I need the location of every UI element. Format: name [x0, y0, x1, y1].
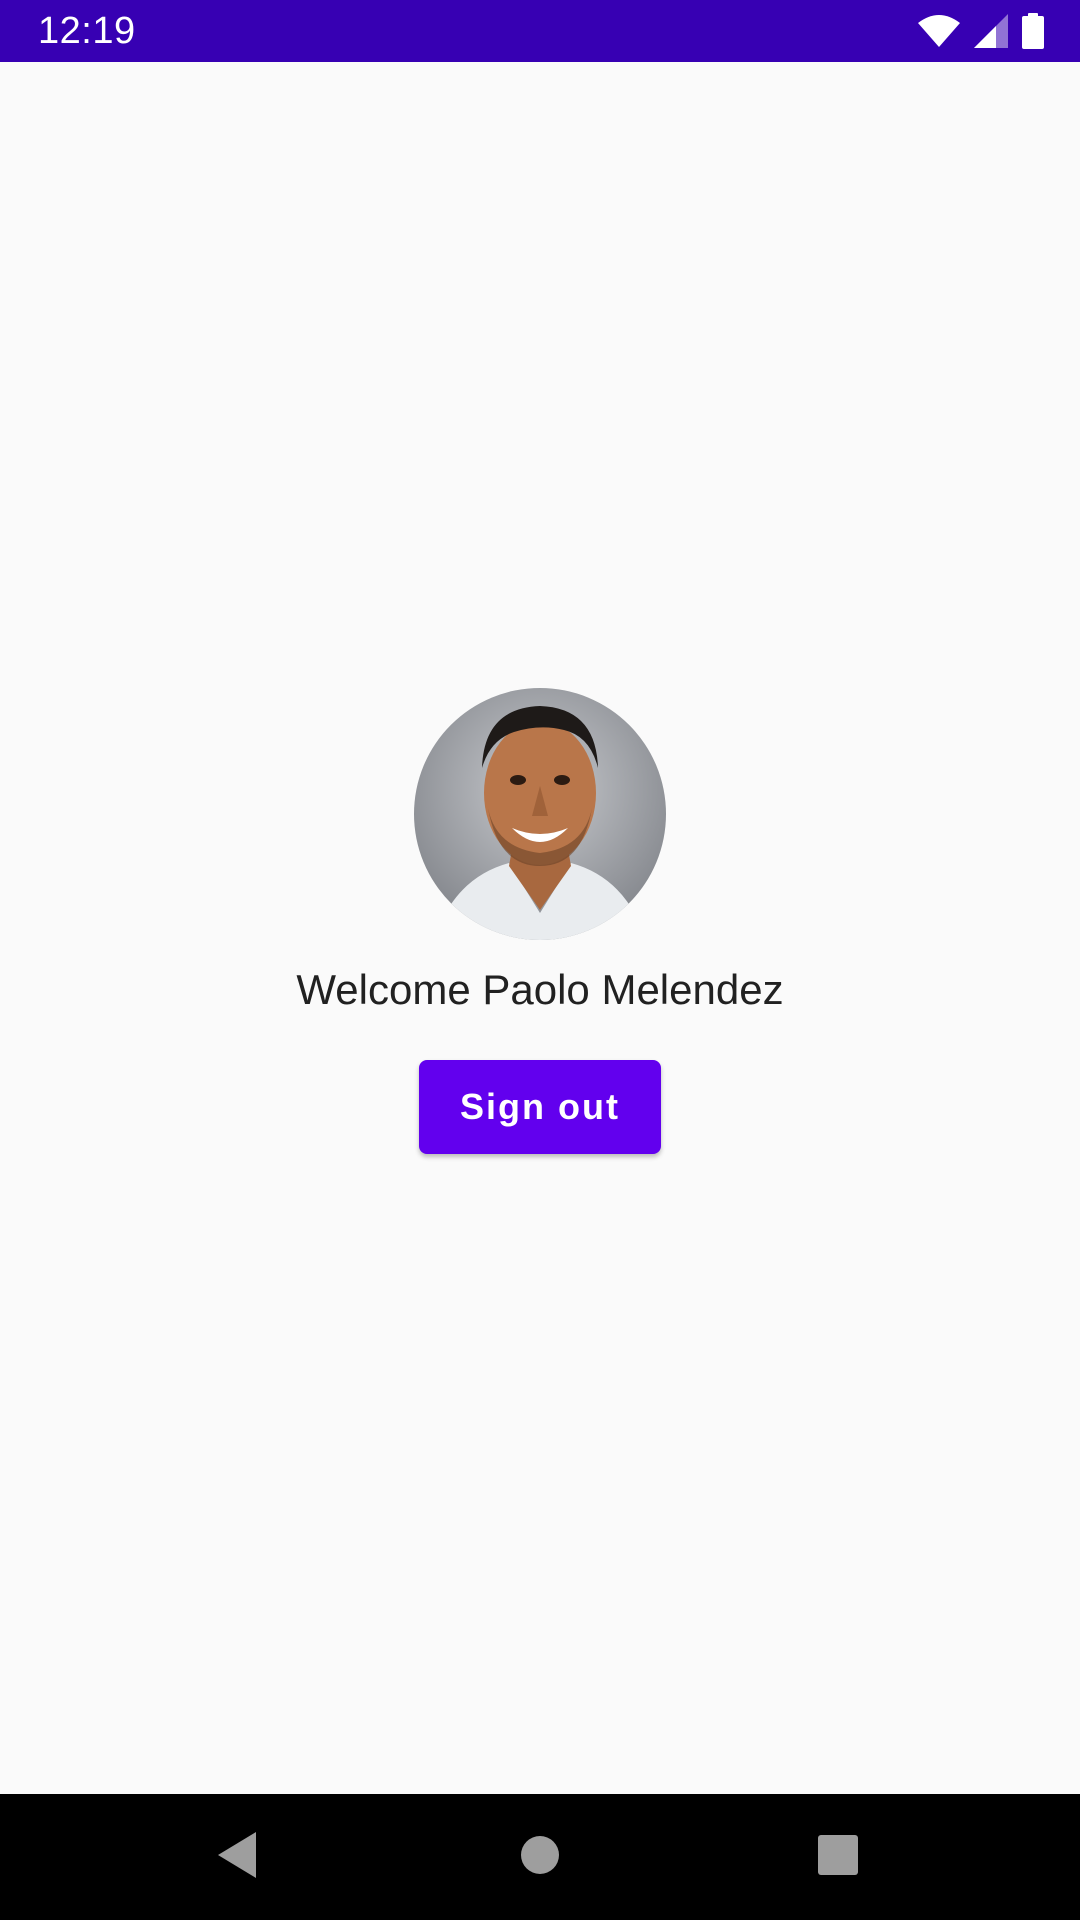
recents-button[interactable] [758, 1794, 918, 1920]
status-icons [918, 12, 1044, 50]
recents-icon [818, 1834, 858, 1880]
main-content: Welcome Paolo Melendez Sign out [0, 62, 1080, 1794]
back-icon [218, 1831, 258, 1883]
back-button[interactable] [158, 1794, 318, 1920]
wifi-icon [918, 15, 960, 47]
home-button[interactable] [460, 1794, 620, 1920]
battery-icon [1022, 13, 1044, 49]
navigation-bar [0, 1794, 1080, 1920]
status-bar: 12:19 [0, 0, 1080, 62]
status-time: 12:19 [38, 10, 136, 52]
home-icon [521, 1835, 559, 1879]
sign-out-button[interactable]: Sign out [419, 1060, 661, 1154]
avatar [414, 688, 666, 940]
cell-signal-icon [974, 14, 1008, 48]
welcome-text: Welcome Paolo Melendez [296, 966, 784, 1013]
